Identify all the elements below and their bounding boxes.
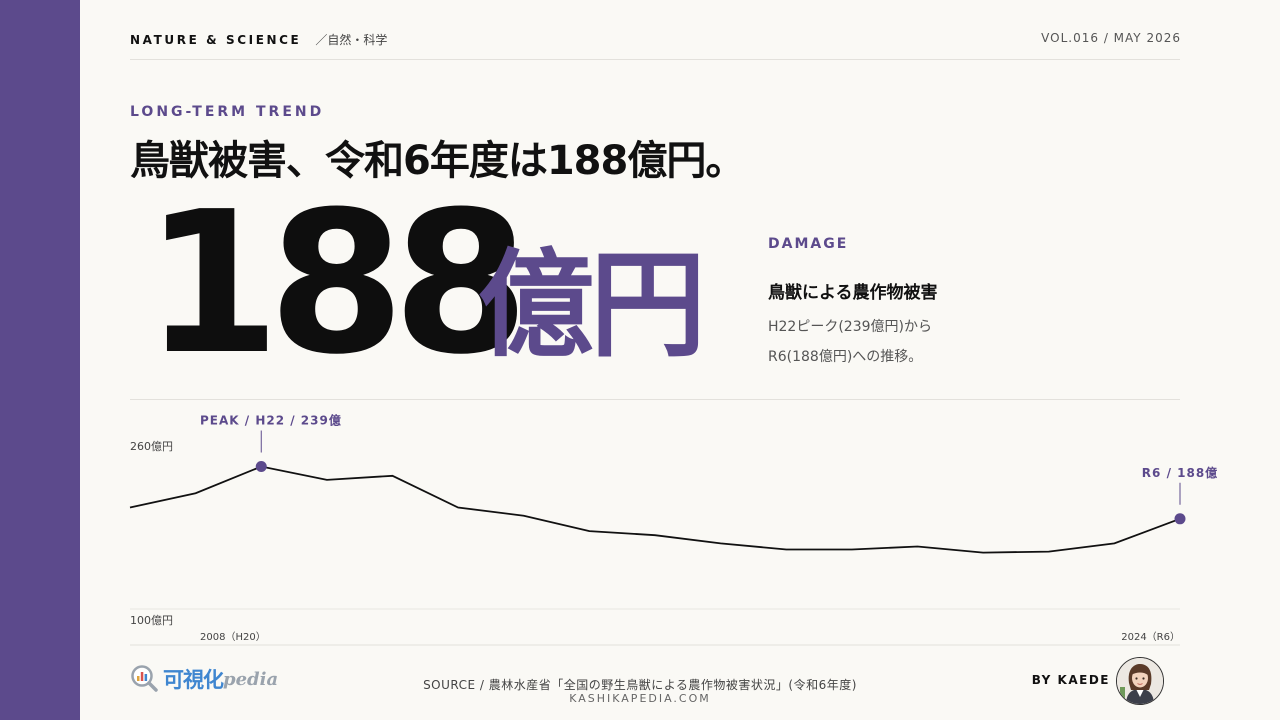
source-credit: SOURCE / 農林水産省「全国の野生鳥獣による農作物被害状況」(令和6年度) [423, 678, 857, 692]
peak-point [255, 461, 267, 473]
author-byline: BY KAEDE [1031, 673, 1110, 687]
site-url[interactable]: KASHIKAPEDIA.COM [280, 692, 1000, 705]
magnifier-chart-icon [131, 665, 158, 692]
y-tick-top: 260億円 [130, 440, 173, 453]
peak-annotation: PEAK / H22 / 239億 [200, 413, 342, 428]
end-point [1174, 513, 1186, 525]
end-annotation: R6 / 188億 [1142, 465, 1218, 480]
author-avatar [1116, 657, 1164, 705]
trend-chart: 260億円 100億円 2008（H20） 2024（R6） PEAK / H2… [129, 413, 1218, 646]
y-tick-bottom: 100億円 [130, 614, 173, 627]
series-line [129, 465, 1181, 554]
site-logo[interactable]: 可視化 pedia [130, 664, 278, 694]
logo-suffix: pedia [223, 668, 279, 690]
x-tick-start: 2008（H20） [200, 631, 266, 643]
logo-text: 可視化 [163, 668, 224, 692]
x-tick-end: 2024（R6） [1121, 631, 1180, 643]
